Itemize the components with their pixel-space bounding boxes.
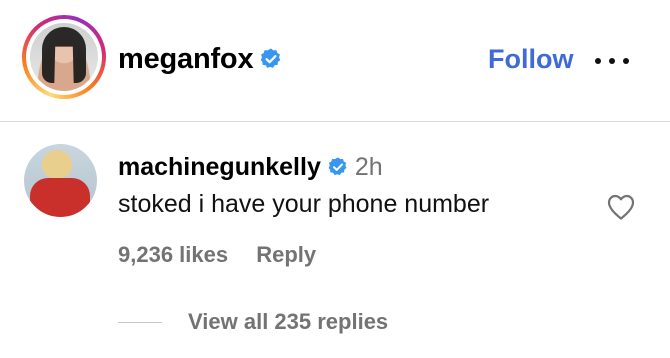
comment-username[interactable]: machinegunkelly [118, 153, 321, 181]
more-dot [623, 58, 629, 64]
view-replies-label: View all 235 replies [188, 309, 389, 334]
avatar-hair [42, 150, 72, 178]
view-replies-button[interactable]: View all 235 replies [118, 309, 388, 335]
verified-badge-icon [261, 48, 281, 68]
comment-text: stoked i have your phone number [118, 190, 490, 218]
follow-button[interactable]: Follow [488, 44, 573, 75]
comment-meta: 9,236 likes Reply [118, 242, 316, 268]
heart-outline-icon[interactable] [606, 193, 636, 221]
reply-button[interactable]: Reply [256, 242, 316, 267]
comment-timestamp[interactable]: 2h [355, 153, 383, 181]
like-count[interactable]: 9,236 likes [118, 242, 228, 267]
avatar-jacket [30, 178, 90, 217]
verified-badge-icon [328, 157, 347, 176]
more-dot [609, 58, 615, 64]
comment-header: machinegunkelly 2h [118, 153, 383, 182]
comment-avatar[interactable] [24, 144, 97, 217]
avatar-ring-gap [26, 19, 102, 95]
more-options-icon[interactable] [595, 58, 629, 66]
post-username[interactable]: meganfox [118, 43, 283, 76]
post-header: meganfox Follow [0, 0, 670, 122]
replies-divider [118, 321, 162, 323]
avatar [30, 23, 98, 91]
story-ring-avatar[interactable] [22, 15, 106, 99]
post-username-label: meganfox [118, 43, 254, 75]
more-dot [595, 58, 601, 64]
